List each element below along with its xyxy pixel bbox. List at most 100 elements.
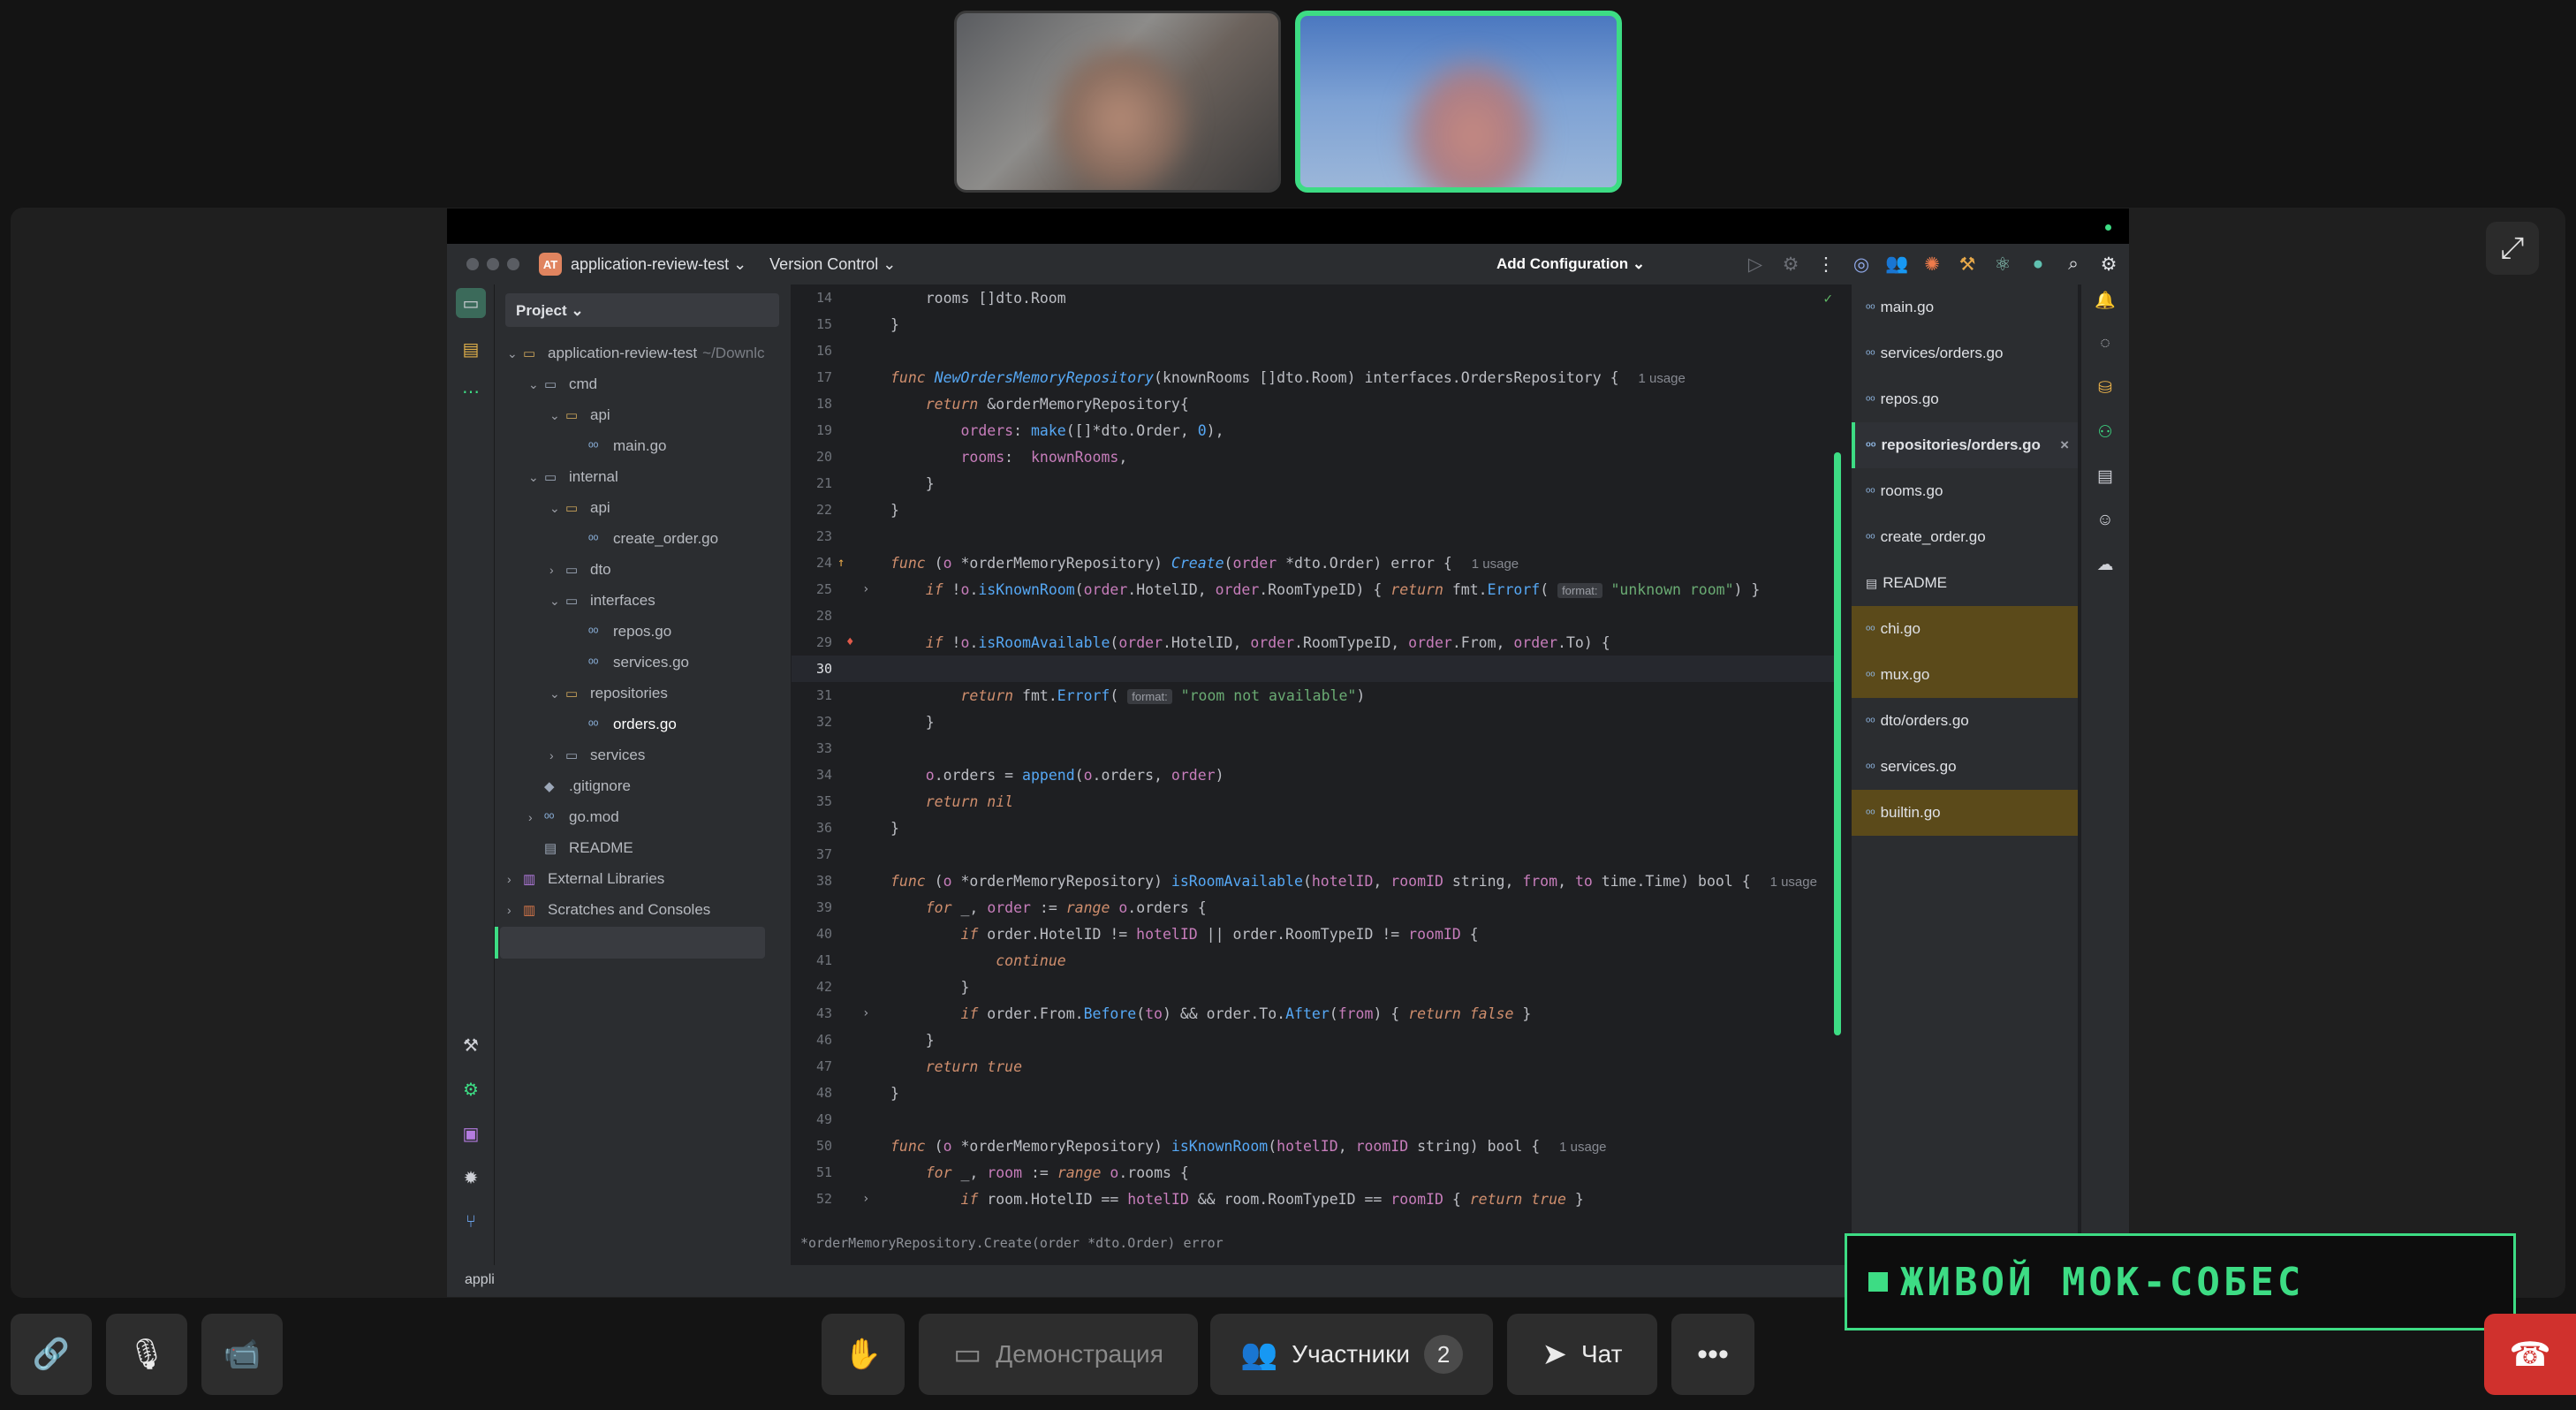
tree-item-root[interactable]: ⌄ ▭ application-review-test ~/Downlc (507, 339, 765, 368)
debug-icon[interactable]: ⚙ (1779, 254, 1802, 276)
open-file-item[interactable]: ᵒᵒ services/orders.go (1852, 330, 2078, 376)
ide-window: AT application-review-test ⌄ Version Con… (447, 208, 2129, 1297)
raise-hand-button[interactable]: ✋ (822, 1314, 905, 1395)
fold-icon[interactable]: › (862, 582, 869, 596)
database-icon[interactable]: ⛁ (2092, 378, 2118, 405)
project-panel: Project ⌄ ⌄ ▭ application-review-test ~/Dow… (495, 284, 792, 1265)
tools-icon[interactable]: ⚒ (1956, 254, 1979, 276)
code-breadcrumb[interactable]: *orderMemoryRepository.Create(order *dto… (792, 1224, 1841, 1265)
ai-assistant-icon[interactable]: ✺ (1921, 254, 1943, 276)
copilot-icon[interactable]: ◎ (1850, 254, 1873, 276)
gradle-icon[interactable]: ⚇ (2092, 422, 2118, 449)
window-controls[interactable] (466, 258, 519, 270)
end-call-button[interactable]: ☎ (2484, 1314, 2576, 1395)
open-file-item[interactable]: ᵒᵒ dto/orders.go (1852, 698, 2078, 744)
open-file-item[interactable]: ᵒᵒ main.go (1852, 284, 2078, 330)
git-branch-icon[interactable]: ⑂ (456, 1207, 486, 1237)
chat-button[interactable]: ➤ Чат (1507, 1314, 1657, 1395)
close-icon[interactable]: × (2060, 436, 2069, 454)
run-icon[interactable]: ▷ (1744, 254, 1767, 276)
open-file-item-active[interactable]: ᵒᵒ repositories/orders.go × (1852, 422, 2078, 468)
services-icon[interactable]: ⚒ (456, 1030, 486, 1060)
problems-icon[interactable]: ✹ (456, 1163, 486, 1193)
copilot-chat-icon[interactable]: ☺ (2092, 511, 2118, 537)
open-file-item[interactable]: ᵒᵒ rooms.go (1852, 468, 2078, 514)
participants-button[interactable]: 👥 Участники 2 (1210, 1314, 1493, 1395)
tree-item-api[interactable]: ⌄ ▭ api (549, 401, 610, 429)
project-badge: AT (539, 253, 562, 276)
fold-icon[interactable]: › (862, 1006, 869, 1020)
tree-item-create-order[interactable]: ᵒᵒ create_order.go (588, 525, 718, 553)
participant-blur (1406, 60, 1539, 187)
bulb-icon[interactable]: ♦ (846, 635, 853, 649)
banner-square-icon (1868, 1272, 1888, 1292)
participant-blur (1054, 49, 1186, 190)
tree-item-repos-go[interactable]: ᵒᵒ repos.go (588, 618, 671, 646)
terminal-icon[interactable]: ▣ (456, 1118, 486, 1148)
project-switcher[interactable]: application-review-test ⌄ (571, 255, 746, 274)
cloud-icon[interactable]: ☁ (2092, 555, 2118, 581)
ide-titlebar: AT application-review-test ⌄ Version Con… (447, 244, 2129, 284)
camera-button[interactable]: 📹 (201, 1314, 283, 1395)
selected-tree-row (495, 927, 765, 959)
tree-item-go-mod[interactable]: › ᵒᵒ go.mod (528, 803, 619, 831)
open-file-item[interactable]: ᵒᵒ mux.go (1852, 652, 2078, 698)
tree-item-scratches[interactable]: › ▥ Scratches and Consoles (507, 896, 710, 924)
tree-item-services-go[interactable]: ᵒᵒ services.go (588, 648, 689, 677)
open-file-item[interactable]: ᵒᵒ services.go (1852, 744, 2078, 790)
more-options-button[interactable]: ••• (1671, 1314, 1754, 1395)
project-tool-icon[interactable]: ▭ (456, 288, 486, 318)
more-icon[interactable]: ⋮ (1815, 254, 1837, 276)
tree-item-repositories[interactable]: ⌄ ▭ repositories (549, 679, 668, 708)
fullscreen-icon[interactable]: ⤢ (2486, 222, 2539, 275)
document-icon[interactable]: ▤ (2092, 466, 2118, 493)
project-panel-header[interactable]: Project ⌄ (505, 293, 779, 327)
participant-video-1[interactable] (954, 11, 1281, 193)
gear-icon[interactable]: ⚙ (456, 1074, 486, 1104)
settings-icon[interactable]: ⚙ (2097, 254, 2120, 276)
tree-item-cmd[interactable]: ⌄ ▭ cmd (528, 370, 597, 398)
open-file-item[interactable]: ▤ README (1852, 560, 2078, 606)
link-icon: 🔗 (32, 1338, 71, 1371)
code-with-me-icon[interactable]: 👥 (1885, 254, 1908, 275)
tree-item-main-go[interactable]: ᵒᵒ main.go (588, 432, 666, 460)
add-configuration-button[interactable]: Add Configuration ⌄ (1496, 255, 1645, 273)
notifications-icon[interactable]: 🔔 (2092, 290, 2118, 316)
open-file-item[interactable]: ᵒᵒ create_order.go (1852, 514, 2078, 560)
participant-video-2-active[interactable] (1295, 11, 1622, 193)
participants-count: 2 (1424, 1335, 1464, 1374)
left-tool-strip: ▭ ▤ ⋯ ⚒ ⚙ ▣ ✹ ⑂ (447, 284, 495, 1297)
more-tools-icon[interactable]: ⋯ (456, 376, 486, 406)
status-icon[interactable]: ● (2027, 254, 2049, 275)
search-icon[interactable]: ⌕ (2062, 254, 2085, 275)
screen-share-button[interactable]: ▭ Демонстрация (919, 1314, 1198, 1395)
microphone-button[interactable]: 🎙 (106, 1314, 187, 1395)
tree-item-api[interactable]: ⌄ ▭ api (549, 494, 610, 522)
vcs-menu[interactable]: Version Control ⌄ (769, 255, 896, 274)
camera-icon: 📹 (223, 1338, 261, 1371)
tree-item-interfaces[interactable]: ⌄ ▭ interfaces (549, 587, 655, 615)
tree-item-gitignore[interactable]: ◆ .gitignore (544, 772, 631, 800)
live-banner: ЖИВОЙ МОК-СОБЕС (1845, 1233, 2516, 1330)
vertical-scrollbar[interactable] (1834, 452, 1841, 1035)
ai-chat-icon[interactable]: ◌ (2092, 334, 2118, 360)
plugin-icon[interactable]: ⚛ (1991, 254, 2014, 276)
code-editor[interactable]: ✓ 14 rooms []dto.Room 15} 16 17 func NewO… (792, 284, 1841, 1265)
implements-icon[interactable]: ↑ (837, 556, 845, 570)
open-file-item[interactable]: ᵒᵒ repos.go (1852, 376, 2078, 422)
status-breadcrumb[interactable]: appli (465, 1272, 495, 1287)
open-file-item[interactable]: ᵒᵒ builtin.go (1852, 790, 2078, 836)
tree-item-external-libraries[interactable]: › ▥ External Libraries (507, 865, 664, 893)
tree-item-services[interactable]: › ▭ services (549, 741, 645, 769)
screen-icon: ▭ (953, 1338, 982, 1371)
tree-item-readme[interactable]: ▤ README (544, 834, 633, 862)
right-tool-strip: 🔔 ◌ ⛁ ⚇ ▤ ☺ ☁ (2081, 284, 2129, 1265)
tree-item-orders-go[interactable]: ᵒᵒ orders.go (588, 710, 677, 739)
open-file-item[interactable]: ᵒᵒ chi.go (1852, 606, 2078, 652)
tree-item-dto[interactable]: › ▭ dto (549, 556, 611, 584)
structure-icon[interactable]: ▤ (456, 334, 486, 364)
copy-link-button[interactable]: 🔗 (11, 1314, 92, 1395)
tree-item-internal[interactable]: ⌄ ▭ internal (528, 463, 618, 491)
fold-icon[interactable]: › (862, 1192, 869, 1206)
open-files-list: ᵒᵒ main.go ᵒᵒ services/orders.go ᵒᵒ repos.g… (1852, 284, 2078, 1265)
